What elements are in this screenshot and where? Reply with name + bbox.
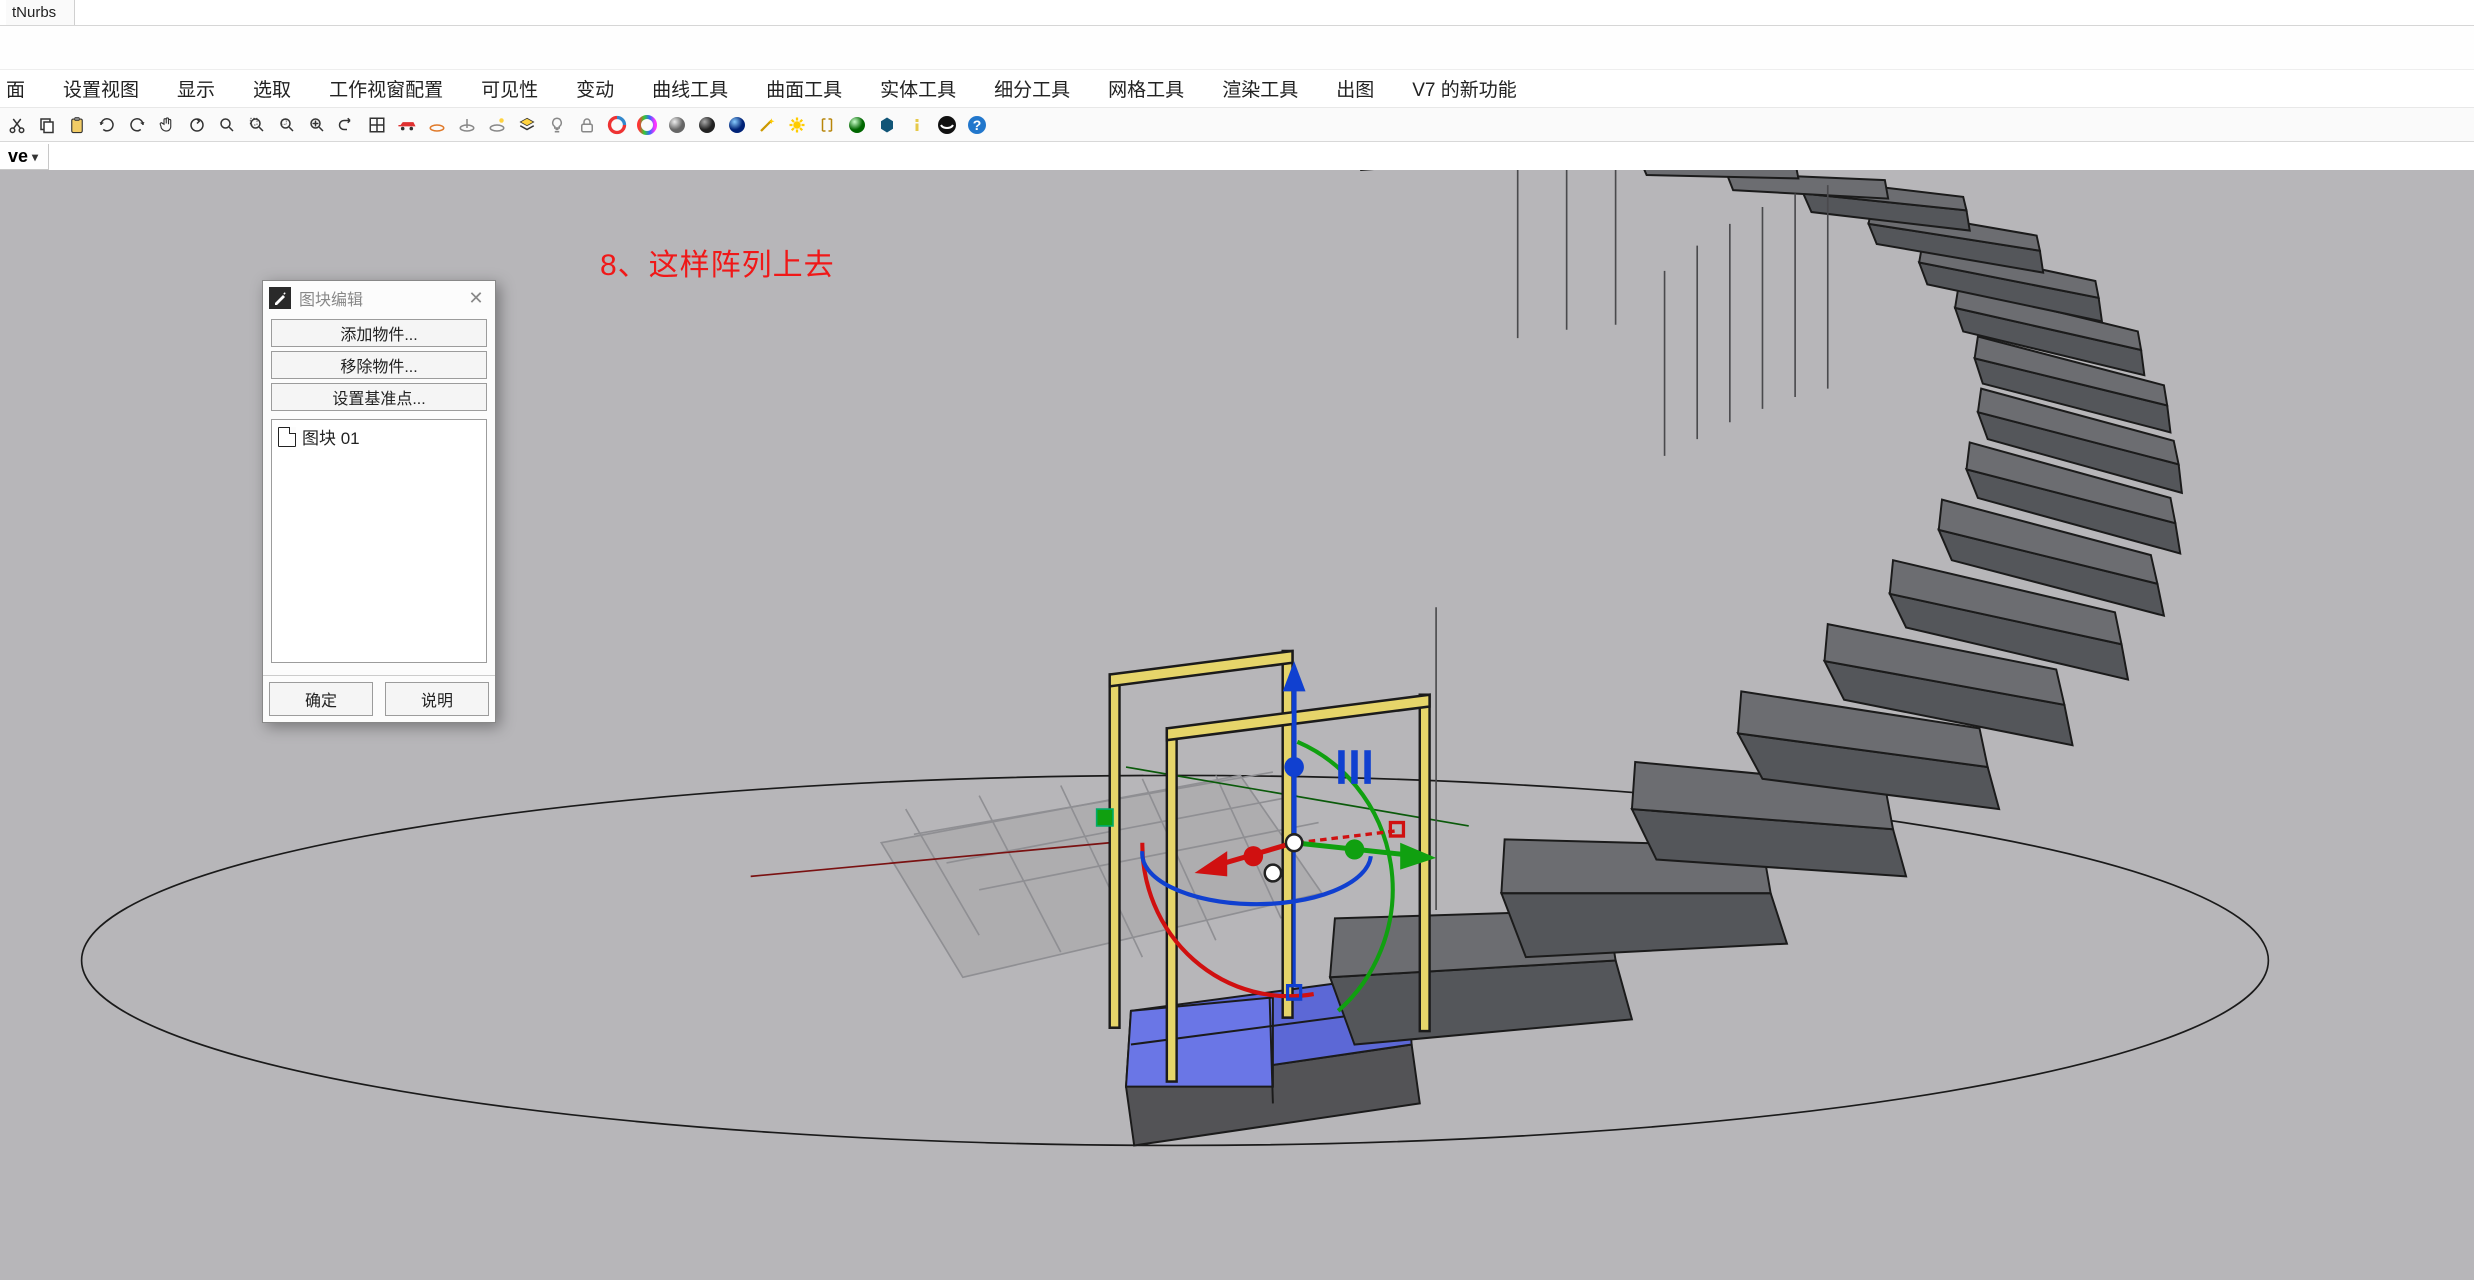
dialog-title-text: 图块编辑 (299, 286, 363, 310)
rotate-view-icon[interactable] (184, 112, 210, 138)
menu-curve-tools[interactable]: 曲线工具 (652, 75, 728, 102)
list-item[interactable]: 图块 01 (276, 422, 482, 451)
color-circle-icon[interactable] (634, 112, 660, 138)
menu-face[interactable]: 面 (6, 75, 25, 102)
wand-icon[interactable] (754, 112, 780, 138)
help-icon[interactable]: ? (964, 112, 990, 138)
zoom-select-icon[interactable] (274, 112, 300, 138)
hex-teal-icon[interactable] (874, 112, 900, 138)
title-bar: tNurbs (0, 0, 2474, 26)
chevron-down-icon: ▾ (32, 150, 38, 164)
add-objects-button[interactable]: 添加物件... (271, 319, 487, 347)
menu-transform[interactable]: 变动 (576, 75, 614, 102)
dialog-titlebar[interactable]: 图块编辑 ✕ (263, 281, 495, 315)
car-icon[interactable] (394, 112, 420, 138)
four-view-icon[interactable] (364, 112, 390, 138)
menu-select[interactable]: 选取 (253, 75, 291, 102)
viewport-3d[interactable]: 8、这样阵列上去 图块编辑 ✕ 添加物件... 移除物件... 设置基准点...… (0, 170, 2474, 1280)
menu-new-in-v7[interactable]: V7 的新功能 (1412, 75, 1517, 102)
named-cplane-icon[interactable] (484, 112, 510, 138)
lock-icon[interactable] (574, 112, 600, 138)
gray-sphere-icon[interactable] (664, 112, 690, 138)
pan-icon[interactable] (154, 112, 180, 138)
block-edit-dialog[interactable]: 图块编辑 ✕ 添加物件... 移除物件... 设置基准点... 图块 01 确定… (262, 280, 496, 723)
viewport-label[interactable]: ve ▾ (0, 144, 49, 170)
copy-icon[interactable] (34, 112, 60, 138)
cplane-world-icon[interactable] (424, 112, 450, 138)
undo-view-icon[interactable] (334, 112, 360, 138)
cycle-red-icon[interactable] (604, 112, 630, 138)
spacer (0, 26, 2474, 70)
file-icon (278, 427, 296, 447)
title-text: tNurbs (12, 4, 56, 21)
black-circle-icon[interactable] (934, 112, 960, 138)
undo-icon[interactable] (94, 112, 120, 138)
help-button[interactable]: 说明 (385, 682, 489, 716)
bracket-icon[interactable] (814, 112, 840, 138)
block-edit-icon (269, 287, 291, 309)
toolbar: ? (0, 108, 2474, 142)
viewport-label-text: ve (8, 146, 28, 167)
close-icon[interactable]: ✕ (465, 288, 487, 309)
remove-objects-button[interactable]: 移除物件... (271, 351, 487, 379)
menu-render-tools[interactable]: 渲染工具 (1222, 75, 1298, 102)
menu-bar: 面 设置视图 显示 选取 工作视窗配置 可见性 变动 曲线工具 曲面工具 实体工… (0, 70, 2474, 108)
paste-icon[interactable] (64, 112, 90, 138)
zoom-window-icon[interactable] (244, 112, 270, 138)
menu-visibility[interactable]: 可见性 (481, 75, 538, 102)
gear-yellow-icon[interactable] (784, 112, 810, 138)
ok-button[interactable]: 确定 (269, 682, 373, 716)
green-sphere-icon[interactable] (844, 112, 870, 138)
cut-icon[interactable] (4, 112, 30, 138)
annotation-text: 8、这样阵列上去 (600, 240, 835, 284)
menu-view-layout[interactable]: 工作视窗配置 (329, 75, 443, 102)
menu-mesh-tools[interactable]: 网格工具 (1108, 75, 1184, 102)
menu-display[interactable]: 显示 (177, 75, 215, 102)
menu-surface-tools[interactable]: 曲面工具 (766, 75, 842, 102)
menu-subd-tools[interactable]: 细分工具 (994, 75, 1070, 102)
block-list[interactable]: 图块 01 (271, 419, 487, 663)
zoom-icon[interactable] (214, 112, 240, 138)
list-item-label: 图块 01 (302, 424, 360, 449)
viewport-area: ve ▾ (0, 142, 2474, 1280)
info-icon[interactable] (904, 112, 930, 138)
set-basepoint-button[interactable]: 设置基准点... (271, 383, 487, 411)
zoom-extents-icon[interactable] (304, 112, 330, 138)
blue-sphere-icon[interactable] (724, 112, 750, 138)
redo-icon[interactable] (124, 112, 150, 138)
menu-set-view[interactable]: 设置视图 (63, 75, 139, 102)
dark-sphere-icon[interactable] (694, 112, 720, 138)
menu-print[interactable]: 出图 (1336, 75, 1374, 102)
layers-icon[interactable] (514, 112, 540, 138)
cplane-obj-icon[interactable] (454, 112, 480, 138)
svg-text:?: ? (973, 117, 982, 133)
light-icon[interactable] (544, 112, 570, 138)
menu-solid-tools[interactable]: 实体工具 (880, 75, 956, 102)
title-fragment: tNurbs (6, 0, 75, 25)
